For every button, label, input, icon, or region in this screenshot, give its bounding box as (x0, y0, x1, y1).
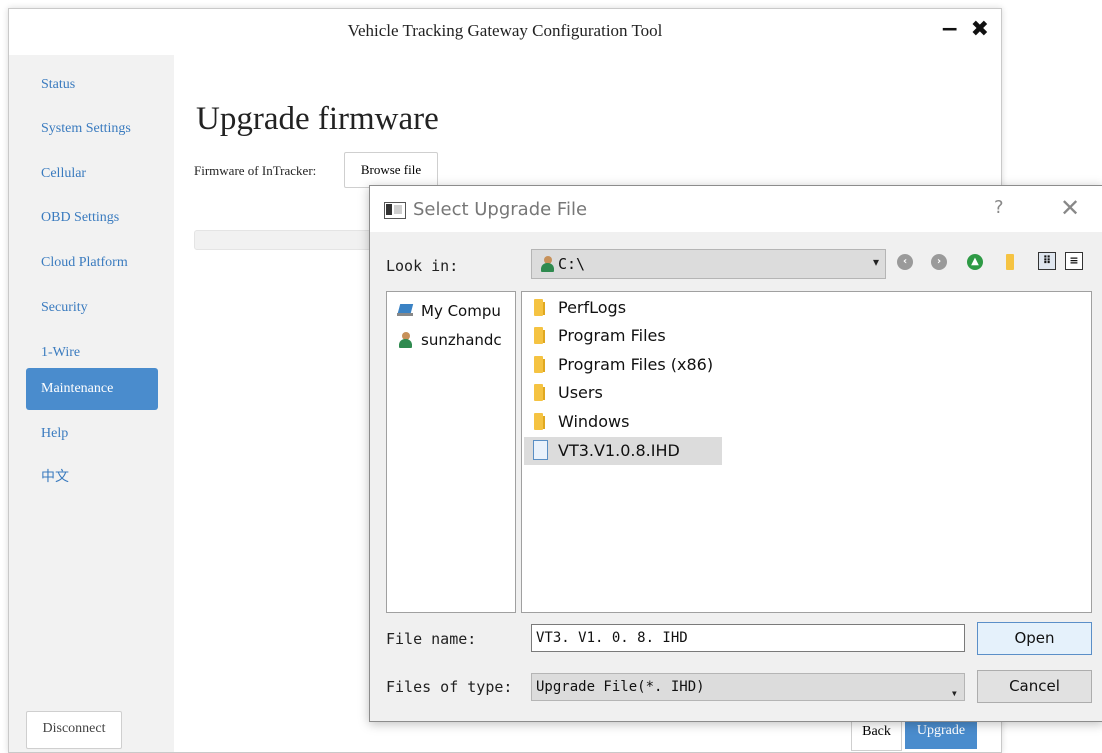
look-in-value: C:\ (558, 255, 586, 273)
open-button[interactable]: Open (977, 622, 1092, 655)
folder-icon (534, 327, 545, 344)
dialog-close-button[interactable]: ✕ (1060, 194, 1080, 222)
cancel-button[interactable]: Cancel (977, 670, 1092, 703)
list-item[interactable]: Users (524, 379, 603, 407)
file-list: PerfLogs Program Files Program Files (x8… (521, 291, 1092, 613)
file-icon (533, 440, 548, 460)
computer-icon (397, 304, 414, 316)
list-item[interactable]: Windows (524, 408, 629, 436)
file-name: Program Files (558, 326, 666, 345)
files-of-type-combo[interactable]: Upgrade File(*. IHD) ▾ (531, 673, 965, 701)
place-label: sunzhandc (421, 331, 502, 349)
file-name: Program Files (x86) (558, 355, 714, 374)
sidebar-item-status[interactable]: Status (26, 64, 158, 106)
sidebar-item-cellular[interactable]: Cellular (26, 153, 158, 195)
window-controls: − ✖ (936, 17, 989, 42)
file-name-label: File name: (386, 630, 477, 648)
dialog-title: Select Upgrade File (413, 199, 588, 220)
files-of-type-label: Files of type: (386, 678, 513, 696)
look-in-label: Look in: (386, 257, 459, 275)
window-title: Vehicle Tracking Gateway Configuration T… (347, 21, 663, 40)
new-folder-icon[interactable] (1006, 254, 1014, 270)
list-item[interactable]: Program Files (524, 322, 666, 350)
upgrade-progress-bar (194, 230, 396, 250)
browse-file-button[interactable]: Browse file (344, 152, 438, 188)
user-icon (398, 332, 412, 348)
back-icon[interactable]: ‹ (897, 254, 913, 270)
files-of-type-value: Upgrade File(*. IHD) (536, 679, 705, 695)
sidebar-item-system-settings[interactable]: System Settings (26, 108, 158, 150)
sidebar-item-cloud-platform[interactable]: Cloud Platform (26, 242, 158, 284)
sidebar-item-obd-settings[interactable]: OBD Settings (26, 197, 158, 239)
minimize-button[interactable]: − (940, 17, 958, 42)
dialog-title-bar: Select Upgrade File ? ✕ (370, 186, 1102, 232)
list-item[interactable]: PerfLogs (524, 294, 626, 322)
place-label: My Compu (421, 302, 501, 320)
detail-view-icon[interactable]: ⠿ (1038, 252, 1056, 270)
user-icon (540, 256, 554, 272)
help-button[interactable]: ? (994, 197, 1004, 218)
folder-icon (534, 299, 545, 316)
sidebar-item-help[interactable]: Help (26, 413, 158, 455)
up-icon[interactable]: ▲ (967, 254, 983, 270)
list-view-icon[interactable]: ≡ (1065, 252, 1083, 270)
sidebar-item-language[interactable]: 中文 (26, 457, 158, 499)
folder-icon (534, 356, 545, 373)
firmware-label: Firmware of InTracker: (194, 163, 317, 178)
folder-icon (534, 384, 545, 401)
sidebar-item-security[interactable]: Security (26, 287, 158, 329)
file-name: Users (558, 383, 603, 402)
chevron-down-icon: ▾ (950, 686, 958, 700)
file-name-input[interactable]: VT3. V1. 0. 8. IHD (531, 624, 965, 652)
file-name: PerfLogs (558, 298, 627, 317)
close-button[interactable]: ✖ (971, 17, 989, 42)
chevron-down-icon: ▾ (872, 255, 879, 269)
look-in-combo[interactable]: C:\ ▾ (531, 249, 886, 279)
app-window-icon (384, 202, 406, 219)
title-bar: Vehicle Tracking Gateway Configuration T… (9, 9, 1001, 55)
file-name: Windows (558, 412, 630, 431)
file-name: VT3.V1.0.8.IHD (558, 441, 680, 460)
sidebar-item-maintenance[interactable]: Maintenance (26, 368, 158, 410)
list-item-selected[interactable]: VT3.V1.0.8.IHD (524, 437, 722, 465)
folder-icon (534, 413, 545, 430)
disconnect-button[interactable]: Disconnect (26, 711, 122, 749)
page-title: Upgrade firmware (196, 101, 439, 137)
sidebar: Status System Settings Cellular OBD Sett… (9, 55, 174, 752)
list-item[interactable]: Program Files (x86) (524, 351, 713, 379)
select-file-dialog: Select Upgrade File ? ✕ Look in: C:\ ▾ ‹… (369, 185, 1102, 722)
forward-icon[interactable]: › (931, 254, 947, 270)
places-sidebar: My Compu sunzhandc (386, 291, 516, 613)
